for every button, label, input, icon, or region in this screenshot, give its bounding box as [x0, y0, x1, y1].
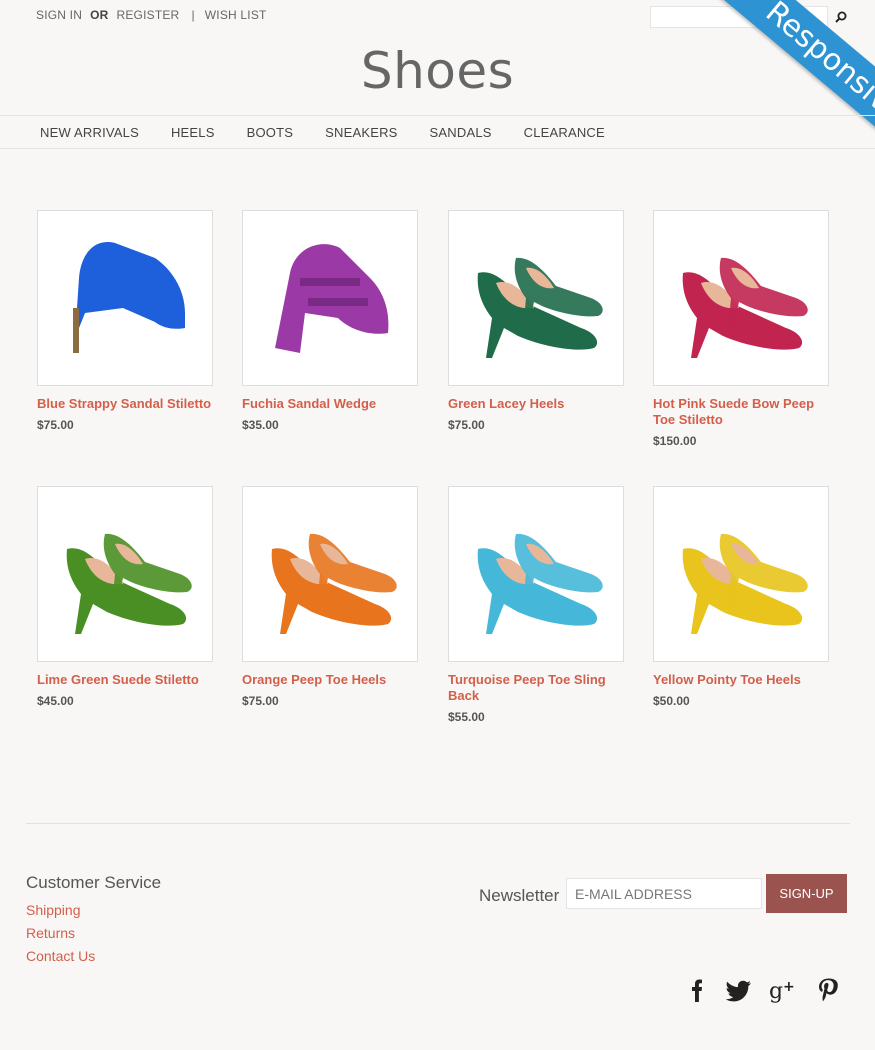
nav-sneakers[interactable]: SNEAKERS: [325, 116, 397, 149]
returns-link[interactable]: Returns: [26, 922, 95, 945]
product-image[interactable]: [242, 210, 418, 386]
product-card[interactable]: Blue Strappy Sandal Stiletto $75.00: [37, 210, 219, 432]
product-card[interactable]: Hot Pink Suede Bow Peep Toe Stiletto $15…: [653, 210, 835, 448]
product-card[interactable]: Turquoise Peep Toe Sling Back $55.00: [448, 486, 630, 724]
product-name[interactable]: Blue Strappy Sandal Stiletto: [37, 396, 219, 412]
product-name[interactable]: Orange Peep Toe Heels: [242, 672, 424, 688]
product-card[interactable]: Orange Peep Toe Heels $75.00: [242, 486, 424, 708]
pinterest-link[interactable]: [813, 975, 843, 1005]
sign-in-link[interactable]: SIGN IN: [36, 8, 82, 22]
shoe-image: [275, 244, 389, 353]
google-plus-icon: g +: [769, 979, 795, 1004]
product-name[interactable]: Fuchia Sandal Wedge: [242, 396, 424, 412]
wish-list-link[interactable]: WISH LIST: [205, 8, 267, 22]
register-link[interactable]: REGISTER: [116, 8, 179, 22]
shoe-image: [271, 533, 397, 634]
product-price: $55.00: [448, 710, 485, 724]
product-price: $50.00: [653, 694, 690, 708]
shoe-image: [73, 242, 185, 353]
facebook-link[interactable]: [683, 975, 713, 1005]
product-image[interactable]: [653, 210, 829, 386]
shipping-link[interactable]: Shipping: [26, 899, 95, 922]
customer-service-title: Customer Service: [26, 873, 162, 892]
facebook-icon: [692, 979, 702, 1002]
nav-clearance[interactable]: CLEARANCE: [524, 116, 605, 149]
svg-text:g: g: [769, 979, 783, 1004]
google-plus-link[interactable]: g +: [768, 975, 798, 1005]
product-name[interactable]: Yellow Pointy Toe Heels: [653, 672, 835, 688]
twitter-link[interactable]: [724, 975, 754, 1005]
nav-new-arrivals[interactable]: NEW ARRIVALS: [40, 116, 139, 149]
svg-text:+: +: [783, 979, 795, 995]
shoe-image: [477, 257, 603, 358]
shoe-image: [477, 533, 603, 634]
twitter-icon: [725, 980, 751, 1002]
shoe-image: [66, 533, 192, 634]
email-field[interactable]: [566, 878, 762, 909]
shoe-image: [682, 533, 808, 634]
customer-service-links: Shipping Returns Contact Us: [26, 899, 95, 968]
main-nav: NEW ARRIVALS HEELS BOOTS SNEAKERS SANDAL…: [0, 115, 875, 149]
site-title: Shoes: [360, 42, 515, 100]
product-name[interactable]: Hot Pink Suede Bow Peep Toe Stiletto: [653, 396, 835, 428]
responsive-ribbon-wrap: Responsive: [665, 0, 875, 210]
nav-boots[interactable]: BOOTS: [247, 116, 294, 149]
product-price: $35.00: [242, 418, 279, 432]
product-name[interactable]: Green Lacey Heels: [448, 396, 630, 412]
product-name[interactable]: Lime Green Suede Stiletto: [37, 672, 219, 688]
product-name[interactable]: Turquoise Peep Toe Sling Back: [448, 672, 630, 704]
product-card[interactable]: Green Lacey Heels $75.00: [448, 210, 630, 432]
separator: |: [191, 8, 195, 22]
product-price: $75.00: [448, 418, 485, 432]
product-image[interactable]: [448, 486, 624, 662]
signup-button[interactable]: SIGN-UP: [766, 874, 847, 913]
nav-sandals[interactable]: SANDALS: [430, 116, 492, 149]
product-card[interactable]: Yellow Pointy Toe Heels $50.00: [653, 486, 835, 708]
contact-us-link[interactable]: Contact Us: [26, 945, 95, 968]
nav-heels[interactable]: HEELS: [171, 116, 215, 149]
product-price: $150.00: [653, 434, 697, 448]
product-price: $75.00: [37, 418, 74, 432]
newsletter-label: Newsletter: [479, 886, 560, 905]
product-card[interactable]: Lime Green Suede Stiletto $45.00: [37, 486, 219, 708]
product-price: $75.00: [242, 694, 279, 708]
pinterest-icon: [819, 978, 838, 1002]
product-image[interactable]: [448, 210, 624, 386]
footer-divider: [26, 823, 850, 824]
account-links: SIGN IN OR REGISTER | WISH LIST: [36, 8, 267, 22]
product-image[interactable]: [653, 486, 829, 662]
product-image[interactable]: [242, 486, 418, 662]
product-card[interactable]: Fuchia Sandal Wedge $35.00: [242, 210, 424, 432]
product-image[interactable]: [37, 210, 213, 386]
product-image[interactable]: [37, 486, 213, 662]
product-price: $45.00: [37, 694, 74, 708]
or-text: OR: [90, 8, 109, 22]
shoe-image: [682, 257, 808, 358]
